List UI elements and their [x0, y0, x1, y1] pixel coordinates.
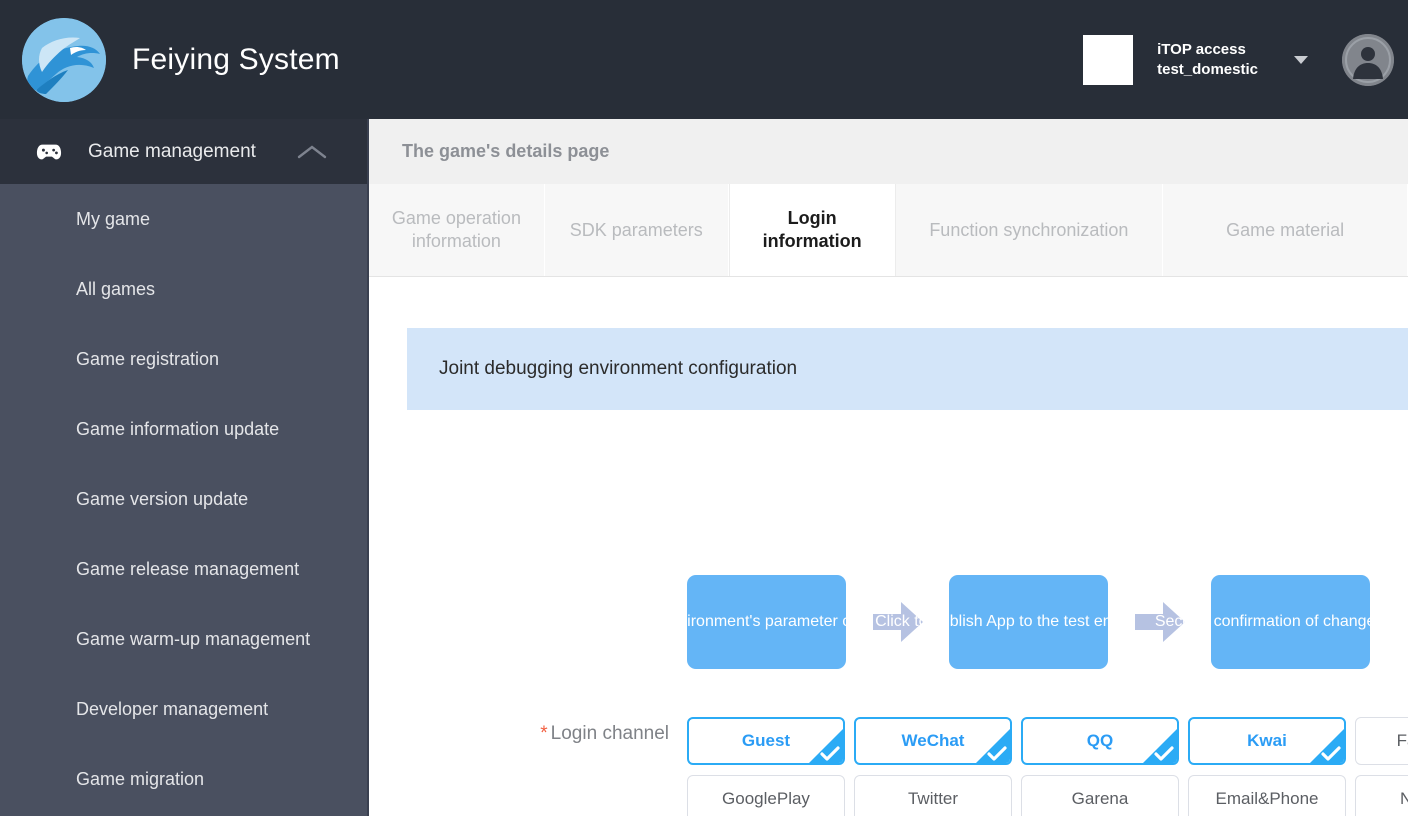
- tab-label: Game material: [1226, 219, 1345, 240]
- channel-option-garena[interactable]: Garena: [1021, 775, 1179, 816]
- sidebar-item-game-version-update[interactable]: Game version update: [0, 464, 367, 534]
- page-title: The game's details page: [402, 141, 610, 161]
- sidebar-item-game-registration[interactable]: Game registration: [0, 324, 367, 394]
- tenant-logo-placeholder: [1083, 34, 1134, 85]
- channel-option-twitter[interactable]: Twitter: [854, 775, 1012, 816]
- eagle-logo-glyph: [22, 17, 106, 102]
- section-banner-joint-debugging: Joint debugging environment configuratio…: [407, 328, 1408, 410]
- channel-label: Garena: [1071, 789, 1129, 808]
- eagle-logo-icon: [22, 17, 106, 102]
- sidebar-item-developer-management[interactable]: Developer management: [0, 674, 367, 744]
- section-banner-label: Joint debugging environment configuratio…: [439, 358, 798, 379]
- login-channel-label-text: Login channel: [550, 723, 669, 744]
- sidebar-item-label: Developer management: [76, 698, 269, 719]
- required-asterisk: *: [540, 723, 548, 744]
- flow-step-2: Click to publish App to the test environ…: [875, 575, 1182, 669]
- tab-label: Login information: [762, 208, 862, 251]
- channel-label: GooglePlay: [722, 789, 810, 808]
- channel-label: Email&Phone: [1215, 789, 1319, 808]
- header-right-cluster: iTOP access test_domestic: [1083, 0, 1408, 119]
- main-content-pane: The game's details page Game operation i…: [367, 119, 1408, 816]
- channel-label: QQ: [1086, 731, 1114, 750]
- sidebar-item-label: Game information update: [76, 418, 280, 439]
- sidebar-group-game-management[interactable]: Game management: [0, 119, 367, 184]
- channel-label: WeChat: [901, 731, 965, 750]
- flow-step-label: Second confirmation of change details: [1154, 613, 1408, 630]
- login-channel-options: Guest WeChat QQ Kwai F GooglePlay Twitte…: [687, 717, 1408, 816]
- sidebar-nav: Game management My game All games Game r…: [0, 119, 367, 816]
- sidebar-item-label: All games: [76, 278, 156, 299]
- tab-bar: Game operation information SDK parameter…: [369, 184, 1408, 277]
- tab-label: Function synchronization: [929, 219, 1129, 240]
- check-icon: [1143, 729, 1177, 763]
- sidebar-item-label: Game registration: [76, 348, 220, 369]
- sidebar-item-game-migration[interactable]: Game migration: [0, 744, 367, 814]
- check-icon: [976, 729, 1010, 763]
- sidebar-item-label: My game: [76, 208, 151, 229]
- channel-label: Kwai: [1247, 731, 1287, 750]
- tenant-name-line2: test_domestic: [1157, 60, 1258, 78]
- channel-option-email-phone[interactable]: Email&Phone: [1188, 775, 1346, 816]
- sidebar-item-game-release-management[interactable]: Game release management: [0, 534, 367, 604]
- flow-step-1: The test environment's parameter configu…: [599, 575, 934, 669]
- tab-label: SDK parameters: [569, 219, 703, 240]
- login-channel-field: * Login channel Guest WeChat QQ Kwai F G…: [369, 717, 1408, 816]
- tenant-selector-label[interactable]: iTOP access test_domestic: [1157, 40, 1258, 80]
- sidebar-item-game-warm-up-management[interactable]: Game warm-up management: [0, 604, 367, 674]
- check-icon: [809, 729, 843, 763]
- channel-option-wechat[interactable]: WeChat: [854, 717, 1012, 765]
- tab-game-operation-information[interactable]: Game operation information: [369, 184, 545, 276]
- tab-game-material[interactable]: Game material: [1163, 184, 1408, 276]
- sidebar-item-my-game[interactable]: My game: [0, 184, 367, 254]
- flow-diagram: The test environment's parameter configu…: [599, 575, 1408, 669]
- sidebar-group-label: Game management: [88, 140, 256, 162]
- channel-label: Guest: [741, 731, 791, 750]
- tab-label: Game operation information: [391, 208, 521, 251]
- chevron-up-icon[interactable]: [297, 144, 327, 160]
- sidebar-item-label: Game migration: [76, 768, 205, 789]
- tenant-name-line1: iTOP access: [1157, 40, 1246, 58]
- channel-option-qq[interactable]: QQ: [1021, 717, 1179, 765]
- avatar-person-glyph: [1342, 33, 1394, 86]
- tab-sdk-parameters[interactable]: SDK parameters: [544, 184, 729, 276]
- sidebar-item-all-games[interactable]: All games: [0, 254, 367, 324]
- check-icon: [1310, 729, 1344, 763]
- brand[interactable]: Feiying System: [0, 17, 340, 102]
- channel-label: Nintendo: [1400, 789, 1408, 809]
- sidebar-item-game-information-update[interactable]: Game information update: [0, 394, 367, 464]
- channel-option-nintendo[interactable]: Nintendo: [1355, 775, 1408, 816]
- channel-option-guest[interactable]: Guest: [687, 717, 845, 765]
- tab-login-information[interactable]: Login information: [728, 184, 896, 276]
- channel-option-kwai[interactable]: Kwai: [1188, 717, 1346, 765]
- channel-option-googleplay[interactable]: GooglePlay: [687, 775, 845, 816]
- top-header-bar: Feiying System iTOP access test_domestic: [0, 0, 1408, 119]
- sidebar-item-label: Game warm-up management: [76, 628, 311, 649]
- tab-function-synchronization[interactable]: Function synchronization: [895, 184, 1164, 276]
- sidebar-item-label: Game version update: [76, 488, 249, 509]
- flow-step-3: Second confirmation of change details: [1155, 575, 1408, 669]
- page-title-bar: The game's details page: [369, 119, 1408, 184]
- brand-title: Feiying System: [132, 42, 340, 76]
- channel-label: Twitter: [907, 789, 959, 808]
- login-information-panel: Joint debugging environment configuratio…: [369, 277, 1408, 816]
- login-channel-label: * Login channel: [369, 717, 687, 751]
- gamepad-icon: [36, 144, 62, 159]
- user-avatar-icon[interactable]: [1342, 33, 1394, 86]
- chevron-down-icon[interactable]: [1294, 55, 1308, 64]
- app-window: Feiying System iTOP access test_domestic: [0, 0, 1408, 816]
- sidebar-item-label: Game release management: [76, 558, 300, 579]
- channel-option-facebook[interactable]: Facebook: [1355, 717, 1408, 765]
- channel-label: Facebook: [1396, 731, 1408, 750]
